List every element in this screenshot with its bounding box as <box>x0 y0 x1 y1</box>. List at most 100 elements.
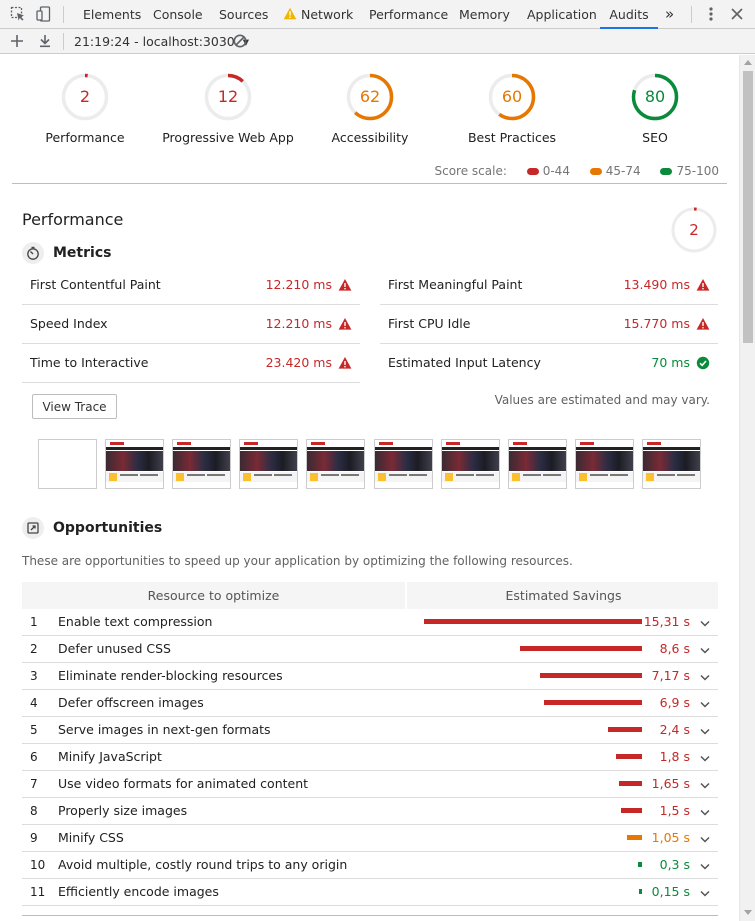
chevron-down-icon[interactable] <box>700 860 710 870</box>
savings-value: 0,3 s <box>659 857 690 872</box>
opportunity-row[interactable]: 5 Serve images in next-gen formats 2,4 s <box>22 717 718 744</box>
opportunities-description: These are opportunities to speed up your… <box>22 554 573 568</box>
chevron-down-icon[interactable] <box>700 698 710 708</box>
chevron-down-icon[interactable] <box>700 671 710 681</box>
metrics-heading: Metrics <box>22 242 111 264</box>
chevron-down-icon[interactable] <box>700 833 710 843</box>
gauge-label: Progressive Web App <box>162 130 294 145</box>
opportunity-row[interactable]: 11 Efficiently encode images 0,15 s <box>22 879 718 906</box>
more-options-icon[interactable] <box>702 5 720 23</box>
tab-elements[interactable]: Elements <box>83 0 141 29</box>
savings-bar <box>627 835 642 840</box>
tab-memory[interactable]: Memory <box>459 0 510 29</box>
savings-bar <box>520 646 642 651</box>
opportunity-title: Minify CSS <box>58 830 124 845</box>
savings-bar <box>608 727 642 732</box>
gauge-seo[interactable]: 80 SEO <box>585 72 725 145</box>
opportunity-row[interactable]: 6 Minify JavaScript 1,8 s <box>22 744 718 771</box>
savings-bar <box>619 781 642 786</box>
metric-name: Estimated Input Latency <box>388 355 541 370</box>
metric-speed-index: Speed Index 12.210 ms <box>22 305 360 344</box>
gauge-pwa[interactable]: 12 Progressive Web App <box>158 72 298 145</box>
metric-name: First Meaningful Paint <box>388 277 523 292</box>
separator <box>691 6 692 23</box>
warning-icon <box>283 7 297 23</box>
opportunity-row[interactable]: 7 Use video formats for animated content 1… <box>22 771 718 798</box>
opportunity-row[interactable]: 10 Avoid multiple, costly round trips to … <box>22 852 718 879</box>
savings-bar <box>621 808 642 813</box>
chevron-down-icon[interactable] <box>700 617 710 627</box>
tab-audits[interactable]: Audits <box>600 0 658 29</box>
savings-bar <box>638 862 642 867</box>
opportunity-row[interactable]: 1 Enable text compression 15,31 s <box>22 609 718 636</box>
scale-pass-dot <box>660 168 673 175</box>
chevron-down-icon[interactable] <box>700 806 710 816</box>
tab-console[interactable]: Console <box>153 0 203 29</box>
section-title-performance: Performance <box>22 210 124 229</box>
savings-value: 1,5 s <box>659 803 690 818</box>
scroll-down-arrow[interactable] <box>744 910 752 915</box>
more-tabs-button[interactable]: » <box>665 0 674 29</box>
savings-value: 1,05 s <box>651 830 690 845</box>
fail-warning-icon <box>696 317 710 331</box>
divider <box>12 183 727 184</box>
opportunity-row[interactable]: 8 Properly size images 1,5 s <box>22 798 718 825</box>
gauge-performance[interactable]: 2 Performance <box>15 72 155 145</box>
opportunity-row[interactable]: 9 Minify CSS 1,05 s <box>22 825 718 852</box>
metric-value: 70 ms <box>651 355 690 370</box>
filmstrip-frame <box>508 439 567 489</box>
opportunity-row[interactable]: 2 Defer unused CSS 8,6 s <box>22 636 718 663</box>
fail-warning-icon <box>338 317 352 331</box>
column-header-resource: Resource to optimize <box>22 582 407 609</box>
scrollbar[interactable] <box>739 55 755 921</box>
score-scale: Score scale: 0-44 45-74 75-100 <box>435 164 720 178</box>
clear-icon[interactable] <box>232 33 248 52</box>
savings-value: 1,65 s <box>651 776 690 791</box>
tab-network[interactable]: Network <box>301 0 353 29</box>
tab-performance[interactable]: Performance <box>369 0 448 29</box>
chevron-down-icon[interactable] <box>700 752 710 762</box>
report-selector[interactable]: 21:19:24 - localhost:3030 ▾ <box>74 29 249 54</box>
fail-warning-icon <box>338 356 352 370</box>
chevron-down-icon[interactable] <box>700 725 710 735</box>
plus-icon[interactable] <box>9 33 25 52</box>
chevron-down-icon[interactable] <box>700 644 710 654</box>
inspect-element-icon[interactable] <box>9 5 27 23</box>
metric-estimated-input-latency: Estimated Input Latency 70 ms <box>380 344 718 383</box>
metric-first-contentful-paint: First Contentful Paint 12.210 ms <box>22 266 360 305</box>
tab-application[interactable]: Application <box>527 0 597 29</box>
opportunity-row[interactable]: 4 Defer offscreen images 6,9 s <box>22 690 718 717</box>
close-icon[interactable] <box>728 5 746 23</box>
audits-toolbar: 21:19:24 - localhost:3030 ▾ <box>0 29 755 54</box>
scale-average-label: 45-74 <box>605 164 641 178</box>
scroll-up-arrow[interactable] <box>744 60 752 65</box>
opportunity-index: 5 <box>30 723 38 737</box>
opportunity-index: 4 <box>30 696 38 710</box>
scale-fail-label: 0-44 <box>542 164 570 178</box>
gauge-best-practices[interactable]: 60 Best Practices <box>442 72 582 145</box>
fail-warning-icon <box>696 278 710 292</box>
download-icon[interactable] <box>37 33 53 52</box>
scroll-thumb[interactable] <box>743 71 753 343</box>
opportunity-index: 2 <box>30 642 38 656</box>
fail-warning-icon <box>338 278 352 292</box>
filmstrip-frame <box>575 439 634 489</box>
column-header-savings: Estimated Savings <box>505 588 622 603</box>
opportunity-title: Use video formats for animated content <box>58 776 309 791</box>
opportunities-heading: Opportunities <box>22 517 162 539</box>
tab-sources[interactable]: Sources <box>219 0 268 29</box>
view-trace-button[interactable]: View Trace <box>32 394 117 419</box>
opportunity-title: Avoid multiple, costly round trips to an… <box>58 857 348 872</box>
chevron-down-icon[interactable] <box>700 887 710 897</box>
gauge-accessibility[interactable]: 62 Accessibility <box>300 72 440 145</box>
gauge-label: Performance <box>45 130 125 145</box>
opportunity-row[interactable]: 3 Eliminate render-blocking resources 7,17… <box>22 663 718 690</box>
opportunity-index: 3 <box>30 669 38 683</box>
pass-check-icon <box>696 356 710 370</box>
stopwatch-icon <box>22 242 44 264</box>
chevron-down-icon[interactable] <box>700 779 710 789</box>
audit-report: 2 Performance 12 Progressive Web App 62 … <box>0 55 739 921</box>
filmstrip-frame <box>172 439 231 489</box>
savings-value: 2,4 s <box>659 722 690 737</box>
device-toolbar-icon[interactable] <box>35 5 53 23</box>
